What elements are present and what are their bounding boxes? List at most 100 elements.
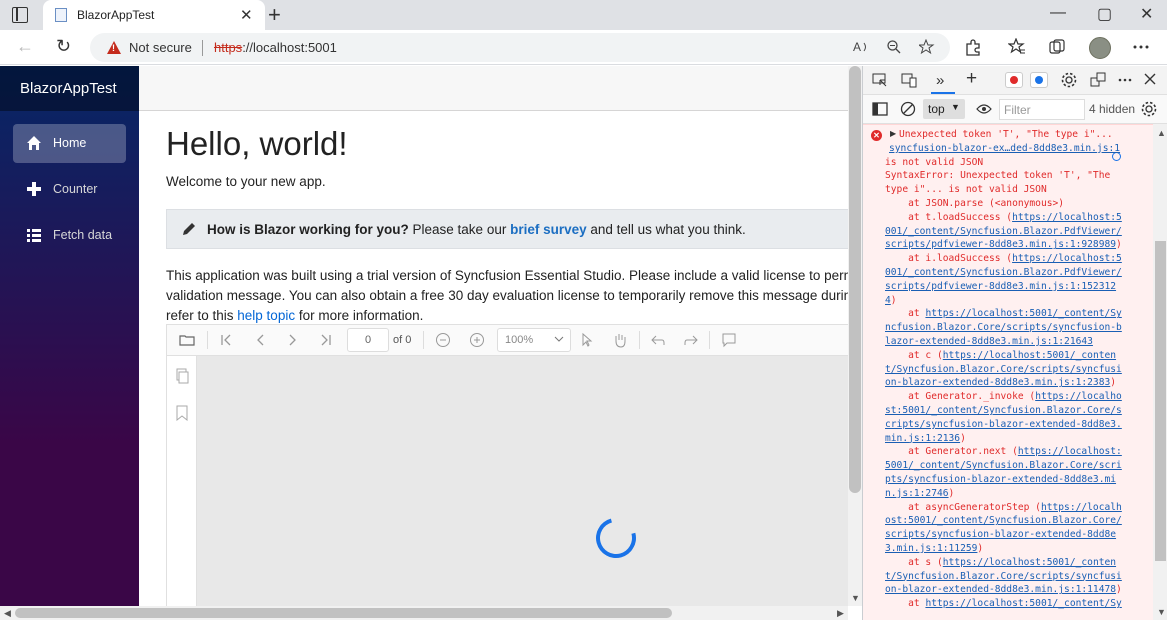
console-line[interactable]: at https://localhost:5001/_content/Sy	[885, 307, 1122, 321]
live-expression-eye-icon[interactable]	[976, 103, 992, 115]
console-source-link[interactable]: scripts/pdfviewer-8dd8e3.min.js:1:152312	[885, 281, 1116, 292]
url-text[interactable]: https://localhost:5001	[214, 40, 337, 55]
console-line[interactable]: at t.loadSuccess (https://localhost:5	[885, 211, 1122, 225]
previous-page-icon[interactable]	[253, 332, 267, 348]
console-source-link[interactable]: ncfusion.Blazor.Core/scripts/syncfusion-…	[885, 322, 1122, 333]
more-tabs-icon[interactable]: »	[936, 72, 944, 89]
browser-tab[interactable]: BlazorAppTest ✕	[43, 0, 265, 30]
console-line[interactable]: scripts/pdfviewer-8dd8e3.min.js:1:152312	[885, 280, 1116, 294]
console-source-link[interactable]: ost:5001/_content/Syncfusion.Blazor.Core…	[885, 515, 1122, 526]
console-source-link[interactable]: 5001/_content/Syncfusion.Blazor.Core/scr…	[885, 460, 1122, 471]
close-tab-icon[interactable]: ✕	[240, 6, 253, 24]
collections-icon[interactable]	[1048, 38, 1066, 56]
console-source-link[interactable]: scripts/pdfviewer-8dd8e3.min.js:1:928989	[885, 239, 1116, 250]
last-page-icon[interactable]	[319, 332, 333, 348]
zoom-in-icon[interactable]	[469, 332, 485, 348]
scroll-left-arrow-icon[interactable]: ◀	[4, 608, 11, 619]
more-options-icon[interactable]	[1118, 78, 1132, 82]
zoom-icon[interactable]	[886, 39, 902, 55]
nav-item-home[interactable]: Home	[13, 124, 126, 163]
read-aloud-icon[interactable]: A	[853, 39, 869, 55]
console-line[interactable]: n.js:1:2746)	[885, 487, 954, 501]
console-source-link[interactable]: https://localho	[1035, 391, 1122, 402]
hidden-messages-count[interactable]: 4 hidden	[1089, 102, 1135, 116]
console-source-link[interactable]: n.js:1:2746	[885, 488, 949, 499]
console-line[interactable]: pts/syncfusion-blazor-extended-8dd8e3.mi	[885, 473, 1116, 487]
console-scroll-thumb[interactable]	[1155, 241, 1166, 561]
comment-icon[interactable]	[721, 332, 737, 348]
console-line[interactable]: 5001/_content/Syncfusion.Blazor.Core/scr…	[885, 459, 1122, 473]
console-source-link[interactable]: https://localhost:5	[1012, 212, 1122, 223]
console-filter-input[interactable]: Filter	[999, 99, 1085, 120]
console-source-link[interactable]: https://localhost:	[1018, 446, 1122, 457]
help-topic-link[interactable]: help topic	[237, 308, 295, 323]
console-line[interactable]: at c (https://localhost:5001/_conten	[885, 349, 1116, 363]
nav-item-counter[interactable]: Counter	[13, 170, 126, 209]
survey-link[interactable]: brief survey	[510, 222, 587, 237]
first-page-icon[interactable]	[219, 332, 233, 348]
clear-console-icon[interactable]	[900, 101, 916, 117]
console-line[interactable]: syncfusion-blazor-ex…ded-8dd8e3.min.js:1	[889, 142, 1120, 156]
console-source-link[interactable]: on-blazor-extended-8dd8e3.min.js:1:2383	[885, 377, 1110, 388]
console-source-link[interactable]: 001/_content/Syncfusion.Blazor.PdfViewer…	[885, 226, 1122, 237]
console-line[interactable]: at Generator.next (https://localhost:	[885, 445, 1122, 459]
device-emulation-icon[interactable]	[901, 72, 917, 88]
console-source-link[interactable]: lazor-extended-8dd8e3.min.js:1:21643	[885, 336, 1093, 347]
console-line[interactable]: at i.loadSuccess (https://localhost:5	[885, 252, 1122, 266]
scroll-down-arrow-icon[interactable]: ▼	[851, 593, 860, 603]
app-brand[interactable]: BlazorAppTest	[20, 80, 117, 97]
console-source-link[interactable]: on-blazor-extended-8dd8e3.min.js:1:11478	[885, 584, 1116, 595]
console-source-link[interactable]: https://localhost:5001/_conten	[943, 350, 1116, 361]
warning-icon[interactable]	[107, 41, 121, 54]
console-line[interactable]: st:5001/_content/Syncfusion.Blazor.Core/…	[885, 404, 1122, 418]
favorites-icon[interactable]	[1008, 38, 1026, 56]
console-line[interactable]: at s (https://localhost:5001/_conten	[885, 556, 1116, 570]
nav-item-fetch-data[interactable]: Fetch data	[13, 216, 126, 255]
console-source-link[interactable]: t/Syncfusion.Blazor.Core/scripts/syncfus…	[885, 364, 1122, 375]
message-count-badge[interactable]	[1030, 72, 1048, 88]
address-bar[interactable]: Not secure https://localhost:5001 A	[90, 33, 950, 62]
reload-button[interactable]: ↻	[56, 36, 71, 57]
console-line[interactable]: scripts/syncfusion-blazor-extended-8dd8e	[885, 528, 1116, 542]
console-line[interactable]: 3.min.js:1:11259)	[885, 542, 983, 556]
console-scroll-down-icon[interactable]: ▼	[1157, 607, 1166, 617]
connected-devices-icon[interactable]	[1090, 72, 1106, 88]
settings-gear-icon[interactable]	[1061, 72, 1077, 88]
add-tab-icon[interactable]: +	[966, 68, 977, 90]
page-horizontal-scroll-thumb[interactable]	[15, 608, 672, 618]
minimize-button[interactable]: —	[1050, 4, 1066, 22]
text-select-icon[interactable]	[580, 332, 594, 348]
zoom-dropdown[interactable]: 100%	[497, 328, 571, 352]
undo-icon[interactable]	[650, 332, 666, 348]
sidebar-toggle-icon[interactable]	[872, 102, 888, 116]
console-scroll-up-icon[interactable]: ▲	[1157, 128, 1166, 138]
close-devtools-icon[interactable]	[1143, 72, 1157, 86]
console-line[interactable]: 4)	[885, 294, 897, 308]
console-line[interactable]: 001/_content/Syncfusion.Blazor.PdfViewer…	[885, 266, 1122, 280]
console-source-link[interactable]: https://localhost:5	[1012, 253, 1122, 264]
error-count-badge[interactable]	[1005, 72, 1023, 88]
scroll-right-arrow-icon[interactable]: ▶	[837, 608, 844, 619]
console-source-link[interactable]: min.js:1:2136	[885, 433, 960, 444]
console-line[interactable]: cripts/syncfusion-blazor-extended-8dd8e3…	[885, 418, 1122, 432]
console-source-link[interactable]: 3.min.js:1:11259	[885, 543, 977, 554]
inspect-element-icon[interactable]	[872, 72, 888, 88]
extensions-icon[interactable]	[964, 38, 982, 56]
pdf-document-area[interactable]	[197, 356, 848, 606]
console-line[interactable]: ost:5001/_content/Syncfusion.Blazor.Core…	[885, 514, 1122, 528]
context-selector[interactable]: top ▼	[923, 99, 965, 119]
console-source-link[interactable]: st:5001/_content/Syncfusion.Blazor.Core/…	[885, 405, 1122, 416]
security-label[interactable]: Not secure	[129, 40, 192, 55]
bookmark-icon[interactable]	[175, 405, 189, 421]
close-window-button[interactable]: ✕	[1140, 4, 1153, 24]
console-settings-gear-icon[interactable]	[1141, 101, 1157, 117]
console-line[interactable]: 001/_content/Syncfusion.Blazor.PdfViewer…	[885, 225, 1122, 239]
console-line[interactable]: at asyncGeneratorStep (https://localh	[885, 501, 1122, 515]
zoom-out-icon[interactable]	[435, 332, 451, 348]
redo-icon[interactable]	[683, 332, 699, 348]
console-source-link[interactable]: https://localh	[1041, 502, 1122, 513]
console-line[interactable]: on-blazor-extended-8dd8e3.min.js:1:11478…	[885, 583, 1122, 597]
open-folder-icon[interactable]	[179, 332, 195, 348]
console-source-link[interactable]: https://localhost:5001/_conten	[943, 557, 1116, 568]
tab-actions-icon[interactable]	[12, 7, 28, 23]
